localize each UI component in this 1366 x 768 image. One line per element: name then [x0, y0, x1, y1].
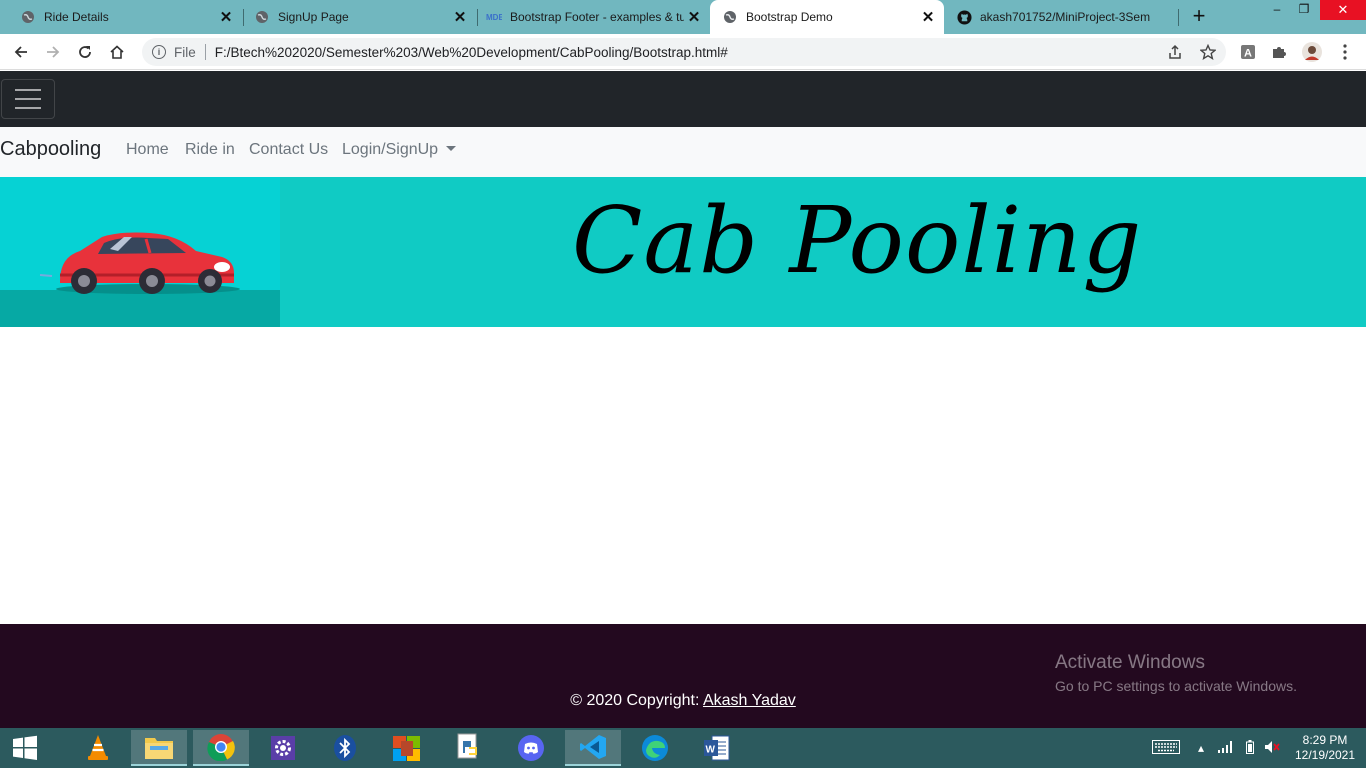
vlc-icon[interactable] [70, 730, 126, 766]
page-footer: © 2020 Copyright: Akash Yadav Activate W… [0, 624, 1366, 728]
tab-close-icon[interactable]: ✕ [684, 7, 704, 27]
activate-windows-watermark: Activate Windows Go to PC settings to ac… [1055, 652, 1297, 694]
tab-title: Bootstrap Footer - examples & tutorial [510, 10, 684, 24]
tab-signup-page[interactable]: SignUp Page ✕ [234, 0, 476, 34]
tab-bootstrap-demo[interactable]: Bootstrap Demo ✕ [710, 0, 944, 34]
file-explorer-icon[interactable] [131, 730, 187, 766]
address-bar[interactable]: i File F:/Btech%202020/Semester%203/Web%… [142, 38, 1226, 66]
tab-title: Ride Details [44, 10, 109, 24]
tab-close-icon[interactable]: ✕ [216, 7, 236, 27]
nav-dropdown-login-signup[interactable]: Login/SignUp [342, 141, 457, 159]
forward-icon[interactable] [42, 41, 64, 63]
extension-a-icon[interactable]: A [1237, 41, 1259, 63]
globe-icon [20, 9, 36, 25]
taskbar-clock[interactable]: 8:29 PM 12/19/2021 [1290, 733, 1360, 763]
mdb-icon: MDB [486, 9, 502, 25]
tab-github[interactable]: akash701752/MiniProject-3Sem [944, 0, 1180, 34]
url-text[interactable]: F:/Btech%202020/Semester%203/Web%20Devel… [215, 45, 728, 60]
car-illustration [0, 177, 280, 327]
volume-muted-icon[interactable] [1264, 740, 1280, 757]
github-icon [956, 9, 972, 25]
svg-text:MDB: MDB [486, 13, 502, 22]
clock-time: 8:29 PM [1302, 733, 1348, 747]
dropdown-caret-icon [446, 146, 457, 151]
tab-title: SignUp Page [278, 10, 349, 24]
tab-bootstrap-footer[interactable]: MDB Bootstrap Footer - examples & tutori… [466, 0, 710, 34]
edge-icon[interactable] [627, 730, 683, 766]
vscode-icon[interactable] [565, 730, 621, 766]
hero-banner: Cab Pooling [0, 177, 1366, 327]
window-close-button[interactable]: ✕ [1320, 0, 1366, 20]
clock-date: 12/19/2021 [1294, 748, 1356, 762]
network-signal-icon[interactable] [1218, 740, 1234, 756]
restore-button[interactable]: ❐ [1290, 0, 1318, 20]
nav-dropdown-label: Login/SignUp [342, 141, 439, 158]
system-tray: ▴ [1152, 728, 1280, 768]
profile-avatar[interactable] [1301, 41, 1323, 63]
activate-windows-title: Activate Windows [1055, 652, 1205, 673]
word-icon[interactable]: W [689, 730, 745, 766]
tab-divider [1178, 9, 1179, 26]
banner-title: Cab Pooling [572, 187, 1143, 294]
red-car-icon [39, 232, 240, 294]
battery-icon[interactable] [1246, 739, 1255, 757]
new-tab-button[interactable]: + [1188, 5, 1210, 28]
bookmark-star-icon[interactable] [1197, 41, 1219, 63]
tab-title: Bootstrap Demo [746, 10, 833, 24]
menu-kebab-icon[interactable] [1334, 41, 1356, 63]
share-icon[interactable] [1164, 41, 1186, 63]
activate-windows-subtitle: Go to PC settings to activate Windows. [1055, 678, 1297, 694]
nav-link-ride-in[interactable]: Ride in [185, 141, 235, 159]
tab-close-icon[interactable]: ✕ [918, 7, 938, 27]
windows-taskbar: W ▴ 8:29 PM 12/19/2021 [0, 728, 1366, 768]
globe-icon [722, 9, 738, 25]
windows-start-icon[interactable] [0, 730, 50, 766]
extensions-puzzle-icon[interactable] [1268, 41, 1290, 63]
globe-icon [254, 9, 270, 25]
nav-link-contact-us[interactable]: Contact Us [249, 141, 328, 159]
tab-title: akash701752/MiniProject-3Sem [980, 10, 1151, 24]
navbar-brand[interactable]: Cabpooling [0, 138, 101, 161]
settings-icon[interactable] [255, 730, 311, 766]
site-info-icon[interactable]: i [152, 45, 166, 59]
browser-tab-strip: Ride Details ✕ SignUp Page ✕ MDB Bootstr… [0, 0, 1366, 34]
browser-toolbar: i File F:/Btech%202020/Semester%203/Web%… [0, 34, 1366, 70]
author-link[interactable]: Akash Yadav [703, 692, 796, 709]
dark-navbar [0, 71, 1366, 127]
office-icon[interactable] [379, 730, 435, 766]
minimize-button[interactable]: – [1263, 0, 1291, 20]
svg-text:W: W [706, 745, 716, 756]
main-navbar: Cabpooling Home Ride in Contact Us Login… [0, 127, 1366, 177]
address-divider [204, 44, 206, 60]
chrome-icon[interactable] [193, 730, 249, 766]
reload-icon[interactable] [74, 41, 96, 63]
nav-link-home[interactable]: Home [126, 141, 169, 159]
svg-text:A: A [1244, 48, 1252, 60]
keyboard-icon[interactable] [1152, 739, 1180, 757]
back-icon[interactable] [10, 41, 32, 63]
tab-ride-details[interactable]: Ride Details ✕ [0, 0, 242, 34]
bluetooth-icon[interactable] [317, 730, 373, 766]
show-hidden-icons-chevron-icon[interactable]: ▴ [1198, 741, 1204, 755]
python-icon[interactable] [441, 730, 497, 766]
copyright-text: © 2020 Copyright: Akash Yadav [0, 692, 1366, 710]
navbar-toggler-hamburger-icon[interactable] [1, 79, 55, 119]
url-scheme: File [174, 44, 196, 60]
copyright-prefix: © 2020 Copyright: [570, 692, 703, 709]
home-icon[interactable] [106, 41, 128, 63]
discord-icon[interactable] [503, 730, 559, 766]
